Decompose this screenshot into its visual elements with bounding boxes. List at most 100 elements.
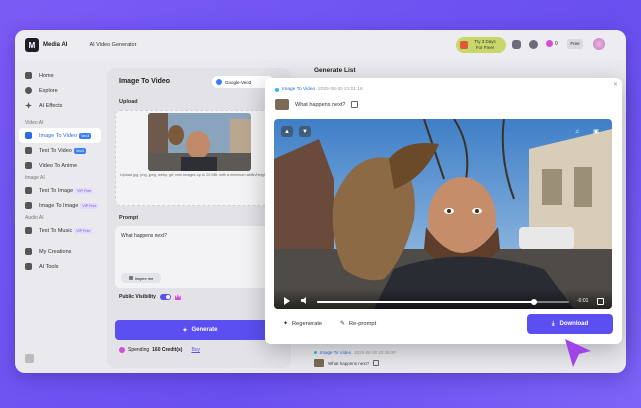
veo3-badge: Veo3 — [79, 132, 92, 139]
generate-button[interactable]: ✦ Generate — [115, 320, 285, 340]
image-image-icon — [25, 202, 32, 209]
generator-panel: Image To Video Google-Veo3 Upload Upload… — [107, 68, 291, 368]
cursor-pointer-icon — [565, 339, 591, 367]
sidebar-item-my-creations[interactable]: My Creations — [15, 244, 105, 259]
credit-gem-icon — [546, 40, 553, 47]
sidebar-item-label: AI Tools — [39, 263, 59, 270]
sidebar-item-label: Image To Video — [39, 132, 78, 139]
fullscreen-icon[interactable] — [597, 298, 604, 305]
visibility-label: Public Visibility — [119, 294, 156, 300]
sidebar-item-ai-effects[interactable]: AI Effects — [15, 98, 105, 113]
prompt-text: What happens next? — [121, 233, 167, 239]
volume-icon[interactable] — [301, 297, 306, 304]
result-modal: ✕ Image To Video 2025-06-30 21:01:18 What… — [265, 78, 622, 344]
sidebar: Home Explore AI Effects Video AI Image T… — [15, 60, 105, 373]
sidebar-item-text-to-music[interactable]: Text To Music VIP Free — [15, 223, 105, 238]
download-button[interactable]: ⤓ Download — [527, 314, 613, 334]
spending-info: Spending 160 Credit(s) Buy — [119, 347, 200, 353]
home-icon — [25, 72, 32, 79]
brand-name: Media AI — [43, 42, 68, 48]
progress-handle[interactable] — [530, 299, 537, 305]
list-item-prompt: What happens next? — [328, 360, 370, 366]
visibility-toggle[interactable] — [159, 294, 171, 300]
panel-title: Image To Video — [119, 78, 171, 85]
section-audio-ai: Audio AI — [25, 215, 44, 221]
free-trial-banner[interactable]: Try 3 Days For Free! — [456, 37, 506, 53]
collapse-sidebar-icon[interactable] — [25, 354, 34, 363]
public-visibility: Public Visibility — [119, 294, 181, 300]
text-image-icon — [25, 187, 32, 194]
sidebar-item-label: Text To Music — [39, 227, 73, 234]
progress-track[interactable] — [317, 299, 569, 305]
upload-hint: Upload jpg, png, jpeg, webp, gif, heic i… — [120, 173, 285, 177]
image-video-icon — [25, 132, 32, 139]
regenerate-button[interactable]: ✦ Regenerate — [283, 321, 322, 327]
reprompt-label: Re-prompt — [348, 321, 377, 327]
sidebar-item-image-to-video[interactable]: Image To Video Veo3 — [19, 128, 101, 143]
app-logo[interactable]: M — [25, 38, 39, 52]
user-avatar[interactable] — [593, 38, 605, 50]
list-item-tag: Image To Video — [320, 350, 352, 355]
discord-icon[interactable] — [512, 40, 521, 49]
status-dot — [275, 87, 279, 92]
sidebar-item-text-to-video[interactable]: Text To Video Veo3 — [15, 143, 105, 158]
video-controls: -0:01 — [274, 289, 612, 309]
play-icon[interactable] — [284, 297, 290, 305]
result-prompt-row: What happens next? — [275, 99, 359, 110]
video-player[interactable]: ▲ ▼ ♫ ▣ -0:01 — [274, 119, 612, 309]
section-video-ai: Video AI — [25, 120, 44, 126]
google-icon — [216, 79, 222, 85]
upload-area[interactable]: Upload jpg, png, jpeg, webp, gif, heic i… — [115, 110, 285, 206]
top-bar: M Media AI AI Video Generator Try 3 Days… — [15, 30, 626, 60]
buy-link[interactable]: Buy — [191, 347, 200, 353]
sidebar-item-label: AI Effects — [39, 102, 63, 109]
bulb-icon — [128, 276, 133, 280]
result-type: Image To Video — [282, 87, 316, 92]
model-name: Google-Veo3 — [225, 79, 252, 85]
copy-icon[interactable] — [351, 101, 359, 108]
veo3-badge: Veo3 — [73, 147, 87, 154]
sidebar-item-video-to-anime[interactable]: Video To Anime — [15, 158, 105, 173]
thumbs-up-icon[interactable]: ▲ — [281, 126, 293, 137]
generate-label: Generate — [191, 327, 218, 333]
sidebar-item-label: Image To Image — [39, 202, 79, 209]
settings-icon[interactable] — [529, 40, 538, 49]
generate-list-title: Generate List — [314, 67, 356, 74]
vip-free-badge: VIP Free — [75, 187, 94, 194]
copy-icon[interactable] — [373, 360, 380, 366]
result-date: 2025-06-30 21:01:18 — [318, 87, 363, 92]
regenerate-label: Regenerate — [291, 321, 323, 327]
time-remaining: -0:01 — [577, 298, 589, 304]
sidebar-item-label: Text To Image — [39, 187, 74, 194]
sidebar-item-label: Video To Anime — [39, 162, 78, 169]
sidebar-item-ai-tools[interactable]: AI Tools — [15, 259, 105, 274]
text-video-icon — [25, 147, 32, 154]
sidebar-item-label: Explore — [39, 87, 58, 94]
thumbs-down-icon[interactable]: ▼ — [299, 126, 311, 137]
section-image-ai: Image AI — [25, 175, 45, 181]
sidebar-item-home[interactable]: Home — [15, 68, 105, 83]
result-prompt: What happens next? — [295, 101, 346, 108]
sidebar-item-text-to-image[interactable]: Text To Image VIP Free — [15, 183, 105, 198]
sidebar-item-explore[interactable]: Explore — [15, 83, 105, 98]
close-icon[interactable]: ✕ — [613, 81, 618, 88]
credit-balance[interactable]: 0 — [546, 40, 558, 47]
compass-icon — [25, 87, 32, 94]
download-icon: ⤓ — [551, 320, 555, 327]
sidebar-item-label: My Creations — [39, 248, 72, 255]
page-title: AI Video Generator — [89, 42, 137, 48]
reprompt-button[interactable]: ✎ Re-prompt — [340, 321, 376, 327]
uploaded-image — [148, 113, 251, 171]
crown-icon — [174, 294, 181, 300]
sidebar-item-label: Text To Video — [39, 147, 72, 154]
picture-in-picture-icon[interactable]: ▣ — [590, 126, 602, 137]
music-icon[interactable]: ♫ — [571, 126, 583, 137]
credit-count: 0 — [555, 40, 558, 47]
plan-badge[interactable]: Free — [567, 39, 583, 49]
sidebar-item-image-to-image[interactable]: Image To Image VIP Free — [15, 198, 105, 213]
prompt-field[interactable]: What happens next? Inspire me 19/1000 — [115, 226, 285, 288]
vip-free-badge: VIP Free — [74, 227, 93, 234]
tools-icon — [25, 263, 32, 270]
inspire-me-button[interactable]: Inspire me — [121, 273, 161, 283]
list-item-thumbnail — [314, 359, 324, 367]
